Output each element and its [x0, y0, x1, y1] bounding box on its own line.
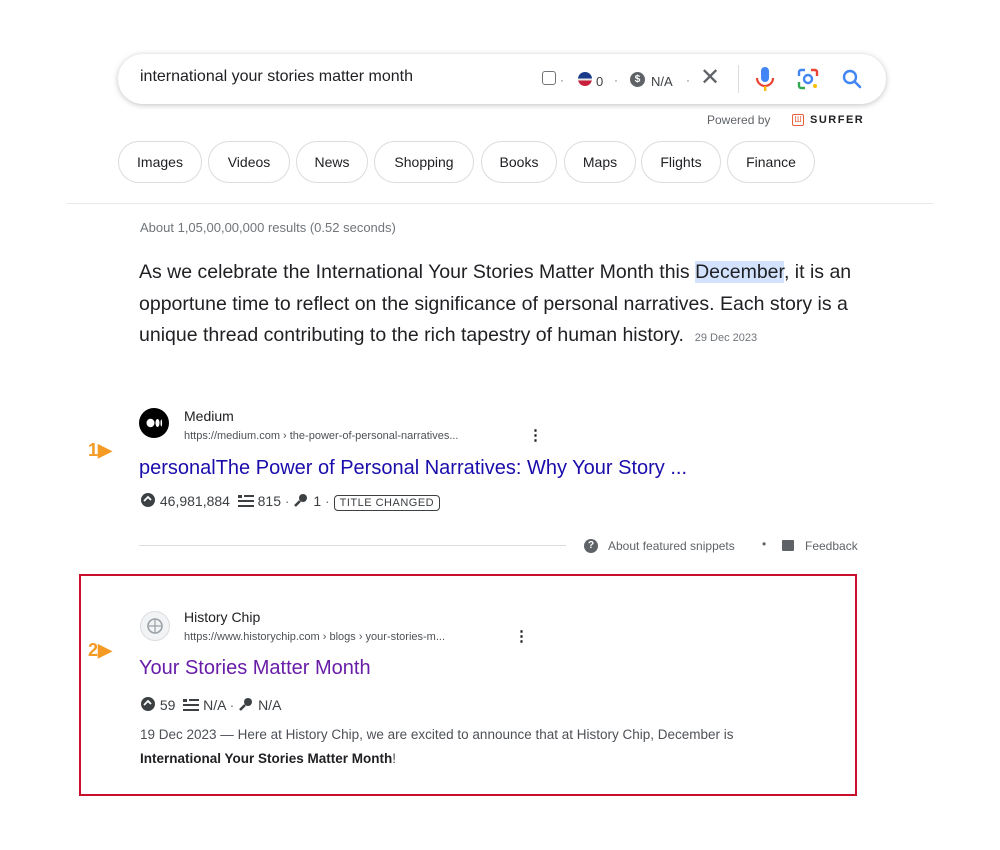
search-box[interactable]: international your stories matter month …: [118, 54, 886, 104]
snippet-date: 29 Dec 2023: [694, 332, 758, 344]
result-2-date: 19 Dec 2023 —: [140, 727, 234, 742]
surfer-logo-icon: Ш: [792, 114, 804, 126]
rank-arrow-icon: ▶: [98, 640, 112, 660]
traffic-value: 59: [159, 697, 176, 713]
result-1-metrics: 46,981,884 815 · 1 · TITLE CHANGED: [140, 492, 441, 511]
feedback-link[interactable]: Feedback: [805, 539, 858, 553]
chip-news[interactable]: News: [296, 141, 368, 183]
dollar-icon: $: [630, 72, 645, 87]
chip-finance[interactable]: Finance: [727, 141, 815, 183]
result-2-metrics: 59 N/A · N/A: [140, 696, 281, 713]
result-1-url[interactable]: https://medium.com › the-power-of-person…: [184, 430, 459, 442]
divider: [738, 65, 739, 93]
chip-flights[interactable]: Flights: [641, 141, 721, 183]
powered-by-label: Powered by: [707, 113, 771, 127]
keywords-list-icon: [237, 495, 254, 507]
rank-arrow-icon: ▶: [98, 440, 112, 460]
keywords-list-icon: [183, 699, 200, 711]
traffic-icon: [141, 493, 155, 507]
result-2-url[interactable]: https://www.historychip.com › blogs › yo…: [184, 631, 445, 643]
kebab-menu-icon[interactable]: ⋮: [528, 428, 543, 443]
result-stats: About 1,05,00,00,000 results (0.52 secon…: [140, 220, 396, 235]
feedback-icon[interactable]: [782, 540, 794, 551]
result-2-site-name: History Chip: [184, 609, 261, 625]
backlinks-value: N/A: [258, 697, 282, 713]
chip-videos[interactable]: Videos: [208, 141, 290, 183]
chip-images[interactable]: Images: [118, 141, 202, 183]
separator-dot: ·: [686, 73, 690, 87]
result-2-description: 19 Dec 2023 — Here at History Chip, we a…: [140, 723, 760, 771]
us-flag-icon: [578, 72, 592, 86]
snippet-highlight: December: [695, 261, 784, 283]
traffic-value: 46,981,884: [159, 493, 230, 509]
chip-maps[interactable]: Maps: [564, 141, 636, 183]
google-lens-icon[interactable]: [796, 67, 820, 91]
result-2-title-link[interactable]: Your Stories Matter Month: [139, 657, 371, 680]
help-icon[interactable]: ?: [584, 539, 598, 553]
header-divider: [66, 203, 933, 204]
medium-favicon: [139, 408, 169, 438]
historychip-favicon: [140, 611, 170, 641]
chip-books[interactable]: Books: [481, 141, 557, 183]
description-bold: International Your Stories Matter Month: [140, 751, 393, 766]
title-changed-badge: TITLE CHANGED: [333, 495, 441, 511]
backlinks-value: 1: [313, 493, 322, 509]
search-icon[interactable]: [840, 67, 864, 91]
featured-snippet-text: As we celebrate the International Your S…: [139, 257, 879, 355]
keywords-value: N/A: [203, 697, 226, 713]
result-1-site-name: Medium: [184, 408, 234, 424]
cpc-value: N/A: [651, 74, 673, 89]
rank-1-marker: 1▶: [88, 440, 112, 461]
snippet-text-before: As we celebrate the International Your S…: [139, 261, 696, 283]
mic-icon[interactable]: [754, 66, 776, 92]
rank-number: 1: [88, 440, 99, 460]
check-box-icon[interactable]: [542, 71, 556, 85]
separator-dot: ·: [614, 73, 618, 87]
keywords-value: 815: [257, 493, 281, 509]
separator-dot: •: [762, 537, 767, 551]
backlink-key-icon: [239, 698, 253, 711]
surfer-brand: SURFER: [810, 114, 865, 126]
result-1-title-link[interactable]: personalThe Power of Personal Narratives…: [139, 457, 687, 480]
kebab-menu-icon[interactable]: ⋮: [514, 629, 529, 644]
search-input[interactable]: international your stories matter month: [140, 68, 413, 86]
close-icon[interactable]: ✕: [700, 65, 720, 91]
rank-number: 2: [88, 640, 99, 660]
rank-2-marker: 2▶: [88, 640, 112, 661]
separator-dot: ·: [560, 73, 564, 87]
description-end: !: [392, 751, 397, 766]
snippet-divider: [139, 545, 566, 546]
description-text: Here at History Chip, we are excited to …: [237, 727, 734, 742]
chip-shopping[interactable]: Shopping: [374, 141, 474, 183]
traffic-icon: [141, 697, 155, 711]
backlink-key-icon: [294, 494, 308, 507]
flag-count: 0: [596, 74, 604, 89]
about-featured-snippets-link[interactable]: About featured snippets: [608, 539, 735, 553]
